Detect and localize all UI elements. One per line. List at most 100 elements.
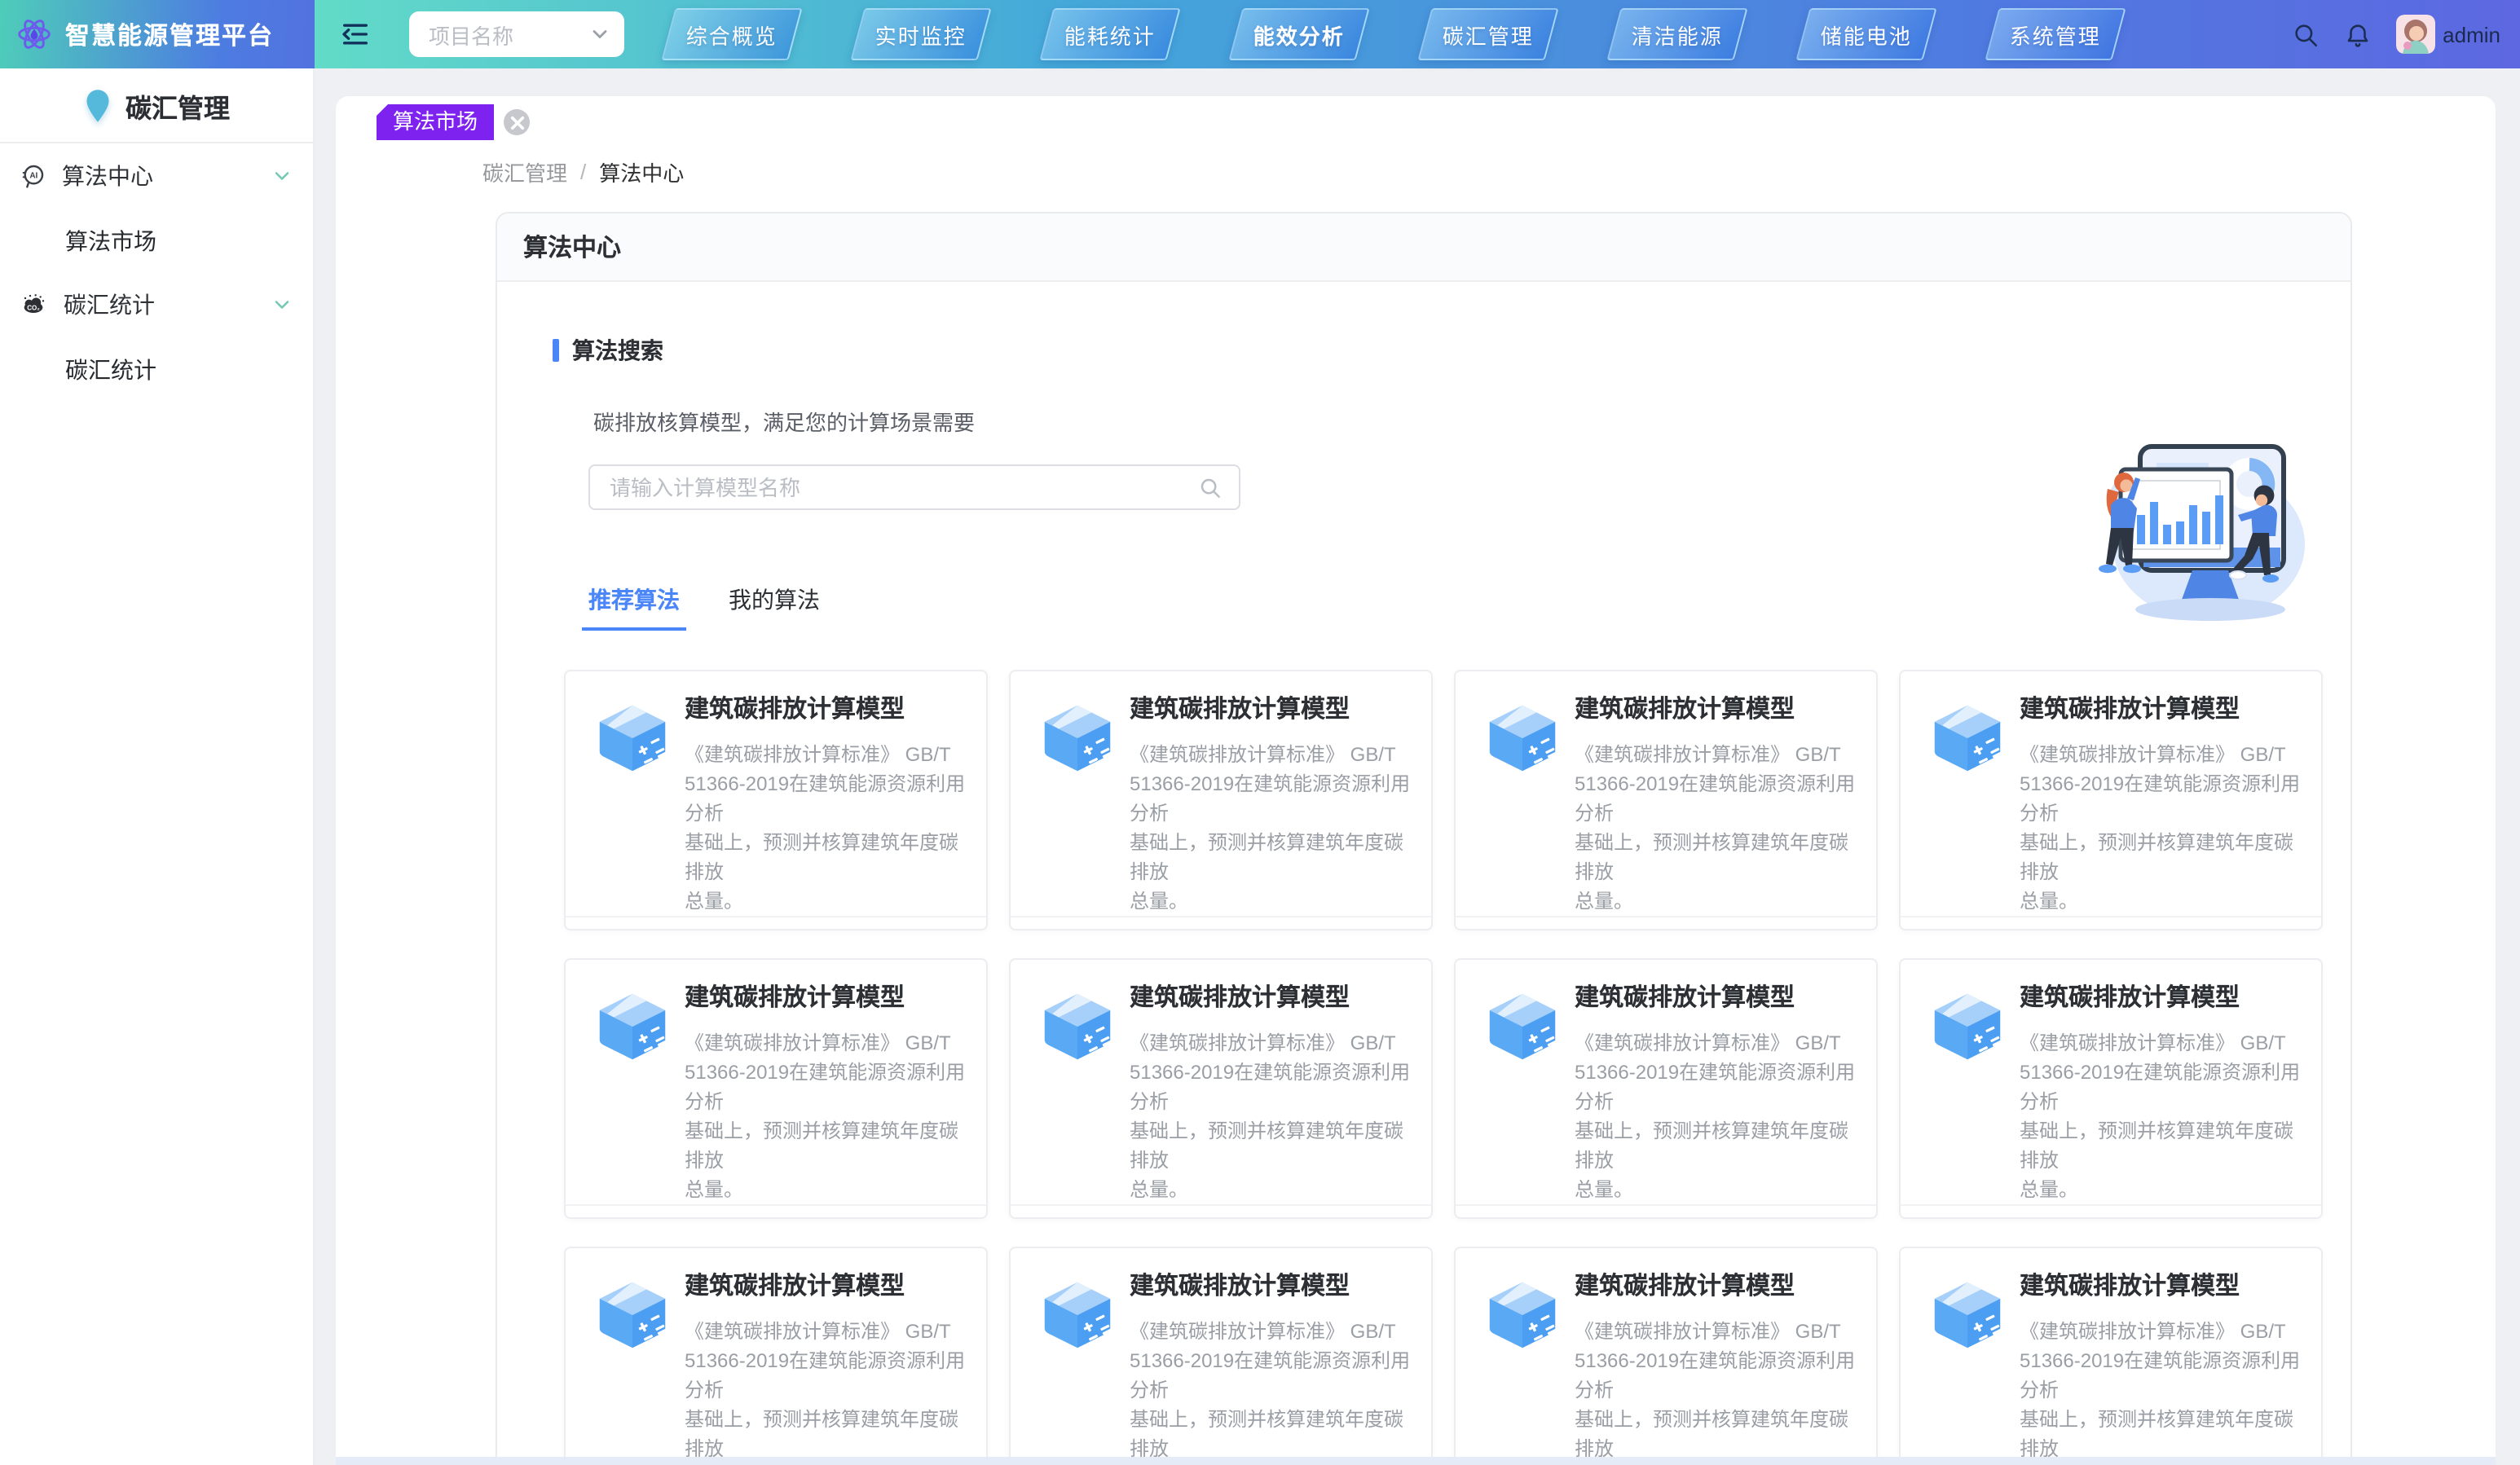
sidebar-item-label: 算法中心: [62, 160, 271, 192]
algorithm-title: 建筑碳排放计算模型: [685, 1271, 967, 1304]
algorithm-card-main: 建筑碳排放计算模型 《建筑碳排放计算标准》 GB/T 51366-2019在建筑…: [1011, 1248, 1431, 1465]
sidebar-item-carbon-statistics[interactable]: CO₂ 碳汇统计: [0, 272, 313, 337]
topbar-nav-tab[interactable]: 清洁能源: [1606, 8, 1747, 60]
project-select[interactable]: 项目名称: [409, 11, 624, 57]
calculator-cube-icon: [595, 989, 670, 1064]
section-marker: [553, 339, 559, 362]
topbar-nav-tab[interactable]: 实时监控: [850, 8, 991, 60]
breadcrumb-current: 算法中心: [599, 156, 684, 187]
section-title: 算法搜索: [572, 334, 663, 367]
algorithm-card: 建筑碳排放计算模型 《建筑碳排放计算标准》 GB/T 51366-2019在建筑…: [1009, 670, 1433, 930]
topbar-nav-tab-label: 清洁能源: [1632, 19, 1723, 50]
algorithm-title: 建筑碳排放计算模型: [1575, 694, 1857, 727]
algorithm-card: 建筑碳排放计算模型 《建筑碳排放计算标准》 GB/T 51366-2019在建筑…: [1454, 670, 1878, 930]
topbar-nav-tab[interactable]: 储能电池: [1795, 8, 1936, 60]
algorithm-card-main: 建筑碳排放计算模型 《建筑碳排放计算标准》 GB/T 51366-2019在建筑…: [1011, 671, 1431, 916]
svg-text:AI: AI: [29, 172, 37, 181]
algorithm-card-info: 建筑碳排放计算模型 《建筑碳排放计算标准》 GB/T 51366-2019在建筑…: [685, 694, 967, 916]
page-title: 算法中心: [497, 213, 2350, 282]
algorithm-card-main: 建筑碳排放计算模型 《建筑碳排放计算标准》 GB/T 51366-2019在建筑…: [1011, 960, 1431, 1204]
algorithm-card-footer: 推荐指数：15 详情 立即应用: [1011, 916, 1431, 930]
avatar[interactable]: [2395, 15, 2434, 54]
sidebar-collapse-button[interactable]: [337, 16, 373, 52]
content-panel: 算法市场 碳汇管理 / 算法中心 算法中心 算法搜索: [336, 96, 2496, 1465]
app-title: 智慧能源管理平台: [65, 17, 274, 51]
sidebar-header: 碳汇管理: [0, 68, 313, 142]
algorithm-card-footer: 推荐指数：15 详情 立即应用: [1901, 1204, 2321, 1219]
algorithm-card-main: 建筑碳排放计算模型 《建筑碳排放计算标准》 GB/T 51366-2019在建筑…: [1456, 960, 1876, 1204]
bell-icon[interactable]: [2343, 20, 2371, 48]
algorithm-description: 《建筑碳排放计算标准》 GB/T 51366-2019在建筑能源资源利用分析 基…: [1130, 740, 1412, 916]
algorithm-title: 建筑碳排放计算模型: [1130, 983, 1412, 1015]
calculator-cube-icon: [1485, 1278, 1560, 1353]
topbar-nav-tab[interactable]: 碳汇管理: [1417, 8, 1558, 60]
algorithm-card: 建筑碳排放计算模型 《建筑碳排放计算标准》 GB/T 51366-2019在建筑…: [1899, 958, 2323, 1219]
search-icon[interactable]: [1198, 475, 1223, 499]
algorithm-card-main: 建筑碳排放计算模型 《建筑碳排放计算标准》 GB/T 51366-2019在建筑…: [566, 1248, 986, 1465]
topbar-nav-tab[interactable]: 综合概览: [661, 8, 802, 60]
topbar-actions: admin: [2291, 15, 2520, 54]
algorithm-title: 建筑碳排放计算模型: [685, 694, 967, 727]
algorithm-card: 建筑碳排放计算模型 《建筑碳排放计算标准》 GB/T 51366-2019在建筑…: [564, 1247, 988, 1465]
sidebar-title: 碳汇管理: [126, 86, 230, 125]
algorithm-card-info: 建筑碳排放计算模型 《建筑碳排放计算标准》 GB/T 51366-2019在建筑…: [1130, 694, 1412, 916]
topbar-nav-tab-label: 实时监控: [875, 19, 967, 50]
breadcrumb: 碳汇管理 / 算法中心: [482, 156, 2496, 187]
search-icon[interactable]: [2291, 20, 2319, 48]
menu-fold-icon: [339, 18, 372, 51]
model-search-input[interactable]: [606, 473, 1198, 501]
algorithm-card-footer: 推荐指数：15 详情 立即应用: [1011, 1204, 1431, 1219]
topbar-nav-tab[interactable]: 能效分析: [1228, 8, 1369, 60]
algorithm-card: 建筑碳排放计算模型 《建筑碳排放计算标准》 GB/T 51366-2019在建筑…: [564, 958, 988, 1219]
topbar-nav-tab[interactable]: 系统管理: [1985, 8, 2126, 60]
sidebar-subitem-algorithm-market[interactable]: 算法市场: [0, 209, 313, 272]
topbar-nav-tab-label: 能效分析: [1253, 19, 1345, 50]
algorithm-card-footer: 推荐指数：15 详情 立即应用: [566, 916, 986, 930]
algorithm-card-info: 建筑碳排放计算模型 《建筑碳排放计算标准》 GB/T 51366-2019在建筑…: [1575, 983, 1857, 1204]
topbar-nav-tab-label: 储能电池: [1821, 19, 1912, 50]
topbar-nav: 综合概览 实时监控 能耗统计 能效分析 碳汇管理 清洁能源 储能电池 系统管理: [668, 8, 2181, 60]
tab-recommended-algorithms[interactable]: 推荐算法: [588, 583, 680, 631]
topbar-nav-tab[interactable]: 能耗统计: [1039, 8, 1180, 60]
sidebar-subitem-carbon-statistics[interactable]: 碳汇统计: [0, 337, 313, 401]
algorithm-card-info: 建筑碳排放计算模型 《建筑碳排放计算标准》 GB/T 51366-2019在建筑…: [1575, 1271, 1857, 1465]
username[interactable]: admin: [2443, 22, 2500, 46]
algorithm-title: 建筑碳排放计算模型: [1575, 983, 1857, 1015]
topbar: 智慧能源管理平台 项目名称 综合概览 实时监控 能耗统计: [0, 0, 2520, 68]
tag-bar: 算法市场: [336, 96, 2496, 140]
sidebar-subitem-label: 碳汇统计: [65, 353, 156, 385]
algorithm-title: 建筑碳排放计算模型: [1575, 1271, 1857, 1304]
algorithm-card-footer: 推荐指数：15 详情 立即应用: [1901, 916, 2321, 930]
calculator-cube-icon: [1040, 701, 1115, 776]
calculator-cube-icon: [595, 701, 670, 776]
algorithm-card-footer: 推荐指数：15 详情 立即应用: [1456, 916, 1876, 930]
algorithm-title: 建筑碳排放计算模型: [2020, 983, 2302, 1015]
algorithm-card: 建筑碳排放计算模型 《建筑碳排放计算标准》 GB/T 51366-2019在建筑…: [1454, 958, 1878, 1219]
algorithm-card-footer: 推荐指数：15 详情 立即应用: [1456, 1204, 1876, 1219]
breadcrumb-parent[interactable]: 碳汇管理: [482, 156, 567, 187]
sidebar-item-label: 碳汇统计: [64, 288, 271, 321]
sidebar-item-algorithm-center[interactable]: AI 算法中心: [0, 143, 313, 209]
algorithm-card-info: 建筑碳排放计算模型 《建筑碳排放计算标准》 GB/T 51366-2019在建筑…: [2020, 983, 2302, 1204]
algorithm-card: 建筑碳排放计算模型 《建筑碳排放计算标准》 GB/T 51366-2019在建筑…: [1454, 1247, 1878, 1465]
algorithm-card-info: 建筑碳排放计算模型 《建筑碳排放计算标准》 GB/T 51366-2019在建筑…: [685, 983, 967, 1204]
calculator-cube-icon: [1930, 1278, 2005, 1353]
algorithm-card: 建筑碳排放计算模型 《建筑碳排放计算标准》 GB/T 51366-2019在建筑…: [564, 670, 988, 930]
algorithm-description: 《建筑碳排放计算标准》 GB/T 51366-2019在建筑能源资源利用分析 基…: [1130, 1317, 1412, 1465]
algorithm-description: 《建筑碳排放计算标准》 GB/T 51366-2019在建筑能源资源利用分析 基…: [2020, 740, 2302, 916]
horizontal-scrollbar-track: [336, 1457, 2496, 1465]
calculator-cube-icon: [1930, 989, 2005, 1064]
content-area: 算法市场 碳汇管理 / 算法中心 算法中心 算法搜索: [315, 68, 2520, 1465]
tab-my-algorithms[interactable]: 我的算法: [729, 583, 820, 631]
close-icon[interactable]: [504, 109, 530, 135]
people-with-bar-chart-illustration: [2082, 430, 2305, 626]
open-page-tag[interactable]: 算法市场: [377, 104, 494, 140]
algorithm-title: 建筑碳排放计算模型: [685, 983, 967, 1015]
map-pin-icon: [83, 87, 112, 123]
calculator-cube-icon: [1040, 989, 1115, 1064]
algorithm-card-main: 建筑碳排放计算模型 《建筑碳排放计算标准》 GB/T 51366-2019在建筑…: [566, 960, 986, 1204]
calculator-cube-icon: [1485, 701, 1560, 776]
chevron-down-icon: [271, 165, 293, 187]
model-search-box: [588, 464, 1240, 510]
algorithm-cards-grid: 建筑碳排放计算模型 《建筑碳排放计算标准》 GB/T 51366-2019在建筑…: [564, 670, 2323, 1465]
